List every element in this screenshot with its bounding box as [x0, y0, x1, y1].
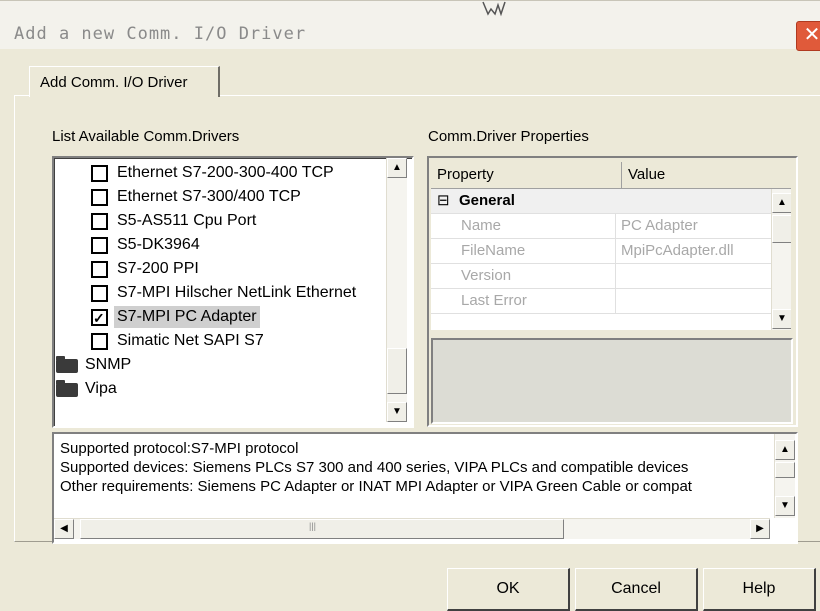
cancel-button[interactable]: Cancel: [575, 568, 698, 611]
table-row[interactable]: FileName MpiPcAdapter.dll: [431, 239, 771, 264]
scroll-down-icon[interactable]: ▼: [775, 496, 795, 516]
folder-icon: [56, 380, 78, 397]
column-header-value[interactable]: Value: [622, 162, 791, 189]
column-header-property[interactable]: Property: [431, 162, 622, 189]
list-item-label: S5-DK3964: [117, 236, 200, 253]
checkbox[interactable]: [91, 333, 108, 350]
properties-panel: Property Value ⊟ General Name PC Adapter…: [427, 156, 798, 427]
property-value: PC Adapter: [621, 217, 698, 234]
properties-scrollbar[interactable]: ▲ ▼: [771, 189, 791, 330]
column-divider: [615, 239, 616, 263]
checkbox[interactable]: [91, 261, 108, 278]
property-name: Name: [461, 217, 502, 234]
folder-label: SNMP: [85, 356, 132, 373]
scroll-thumb[interactable]: [775, 462, 795, 478]
scroll-up-icon[interactable]: ▲: [387, 158, 407, 178]
collapse-icon[interactable]: ⊟: [437, 189, 450, 213]
description-line: Other requirements: Siemens PC Adapter o…: [60, 478, 692, 495]
tab-label: Add Comm. I/O Driver: [40, 74, 188, 91]
window-title: Add a new Comm. I/O Driver: [14, 24, 307, 44]
drivers-scrollbar[interactable]: ▲ ▼: [386, 158, 407, 422]
scroll-down-icon[interactable]: ▼: [772, 309, 791, 329]
drivers-list-label: List Available Comm.Drivers: [52, 128, 240, 145]
help-button[interactable]: Help: [703, 568, 816, 611]
checkbox[interactable]: [91, 285, 108, 302]
description-hscroll[interactable]: ◀ ||| ▶: [54, 518, 770, 539]
table-row[interactable]: Last Error: [431, 289, 771, 314]
list-item-label: Ethernet S7-300/400 TCP: [117, 188, 301, 205]
ok-button[interactable]: OK: [447, 568, 570, 611]
checkbox-checked[interactable]: [91, 307, 108, 329]
property-name: Last Error: [461, 292, 527, 309]
group-label: General: [459, 192, 515, 209]
title-bar: Add a new Comm. I/O Driver ✕: [0, 0, 820, 51]
checkbox[interactable]: [91, 165, 108, 182]
property-name: FileName: [461, 242, 526, 259]
close-button[interactable]: ✕: [796, 21, 820, 51]
properties-label: Comm.Driver Properties: [428, 128, 589, 145]
list-item-label: Simatic Net SAPI S7: [117, 332, 264, 349]
column-divider: [615, 264, 616, 288]
property-value: MpiPcAdapter.dll: [621, 242, 734, 259]
list-item-label: S7-MPI Hilscher NetLink Ethernet: [117, 284, 357, 301]
description-line: Supported devices: Siemens PLCs S7 300 a…: [60, 459, 689, 476]
drivers-list[interactable]: Ethernet S7-200-300-400 TCP Ethernet S7-…: [52, 156, 414, 428]
scroll-up-icon[interactable]: ▲: [772, 193, 791, 213]
folder-label: Vipa: [85, 380, 117, 397]
column-divider: [615, 289, 616, 313]
mouse-cursor-icon: [482, 1, 506, 17]
description-vscroll[interactable]: ▲ ▼: [774, 434, 795, 518]
property-name: Version: [461, 267, 512, 284]
table-row[interactable]: Name PC Adapter: [431, 214, 771, 239]
group-row-general[interactable]: ⊟ General: [431, 189, 771, 214]
column-divider: [615, 214, 616, 238]
scroll-up-icon[interactable]: ▲: [775, 440, 795, 460]
property-description-area: [431, 338, 793, 424]
tab-add-comm-io-driver[interactable]: Add Comm. I/O Driver: [29, 66, 220, 97]
checkbox[interactable]: [91, 213, 108, 230]
list-item-label: S7-MPI PC Adapter: [114, 306, 260, 328]
driver-description: Supported protocol:S7-MPI protocol Suppo…: [52, 432, 798, 544]
list-item-label: Ethernet S7-200-300-400 TCP: [117, 164, 334, 181]
list-item-label: S5-AS511 Cpu Port: [117, 212, 257, 229]
folder-icon: [56, 356, 78, 373]
checkbox[interactable]: [91, 189, 108, 206]
table-row[interactable]: Version: [431, 264, 771, 289]
checkbox[interactable]: [91, 237, 108, 254]
scroll-down-icon[interactable]: ▼: [387, 402, 407, 422]
scroll-thumb[interactable]: [772, 215, 791, 243]
properties-grid[interactable]: Property Value ⊟ General Name PC Adapter…: [431, 162, 791, 330]
scroll-thumb[interactable]: |||: [80, 519, 564, 539]
list-item-label: S7-200 PPI: [117, 260, 199, 277]
grip-icon: |||: [309, 521, 317, 531]
scroll-right-icon[interactable]: ▶: [750, 519, 770, 539]
description-line: Supported protocol:S7-MPI protocol: [60, 440, 299, 457]
scroll-left-icon[interactable]: ◀: [54, 519, 74, 539]
scroll-thumb[interactable]: [387, 348, 407, 394]
